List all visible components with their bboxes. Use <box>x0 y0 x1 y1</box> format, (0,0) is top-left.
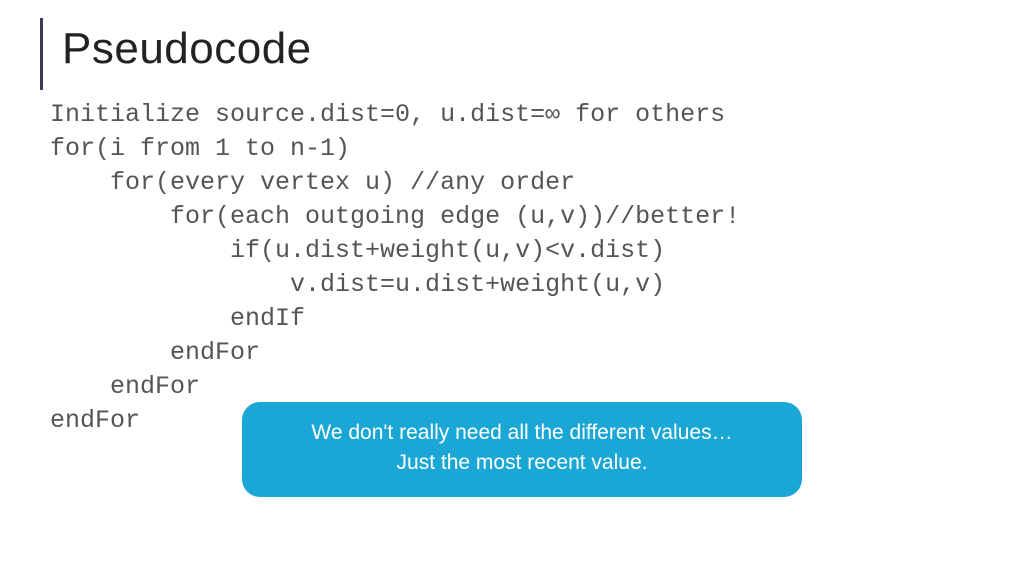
code-line: Initialize source.dist=0, u.dist=∞ for o… <box>50 100 725 129</box>
slide-title: Pseudocode <box>62 24 984 74</box>
code-line: for(each outgoing edge (u,v))//better! <box>50 202 740 231</box>
callout-line-1: We don't really need all the different v… <box>262 418 782 448</box>
code-line: endFor <box>50 372 200 401</box>
code-line: if(u.dist+weight(u,v)<v.dist) <box>50 236 665 265</box>
callout-box: We don't really need all the different v… <box>242 402 802 497</box>
code-line: for(i from 1 to n-1) <box>50 134 350 163</box>
code-line: endFor <box>50 338 260 367</box>
code-line: endFor <box>50 406 140 435</box>
slide: Pseudocode Initialize source.dist=0, u.d… <box>0 0 1024 576</box>
pseudocode-block: Initialize source.dist=0, u.dist=∞ for o… <box>50 98 984 438</box>
code-line: v.dist=u.dist+weight(u,v) <box>50 270 665 299</box>
callout-line-2: Just the most recent value. <box>262 448 782 478</box>
code-line: for(every vertex u) //any order <box>50 168 575 197</box>
title-accent-bar <box>40 18 43 90</box>
code-line: endIf <box>50 304 305 333</box>
